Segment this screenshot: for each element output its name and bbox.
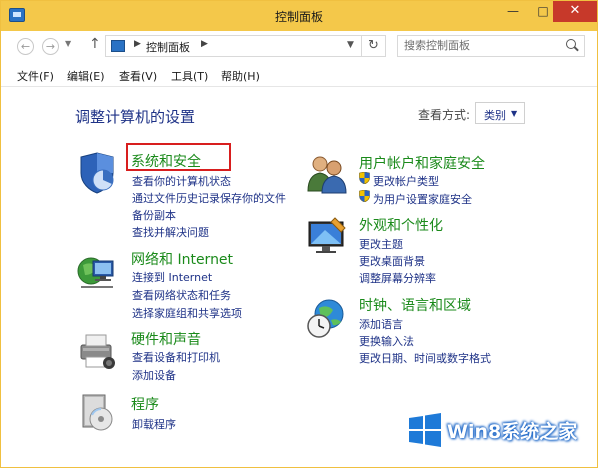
refresh-button[interactable]: ↻	[362, 35, 386, 57]
page-heading: 调整计算机的设置	[75, 108, 196, 126]
search-box[interactable]	[397, 35, 585, 57]
category-user-accounts[interactable]: 用户帐户和家庭安全	[359, 153, 485, 173]
link-backup-copy[interactable]: 备份副本	[132, 207, 176, 223]
close-button[interactable]: ✕	[553, 1, 597, 22]
menu-edit[interactable]: 编辑(E)	[67, 68, 105, 84]
user-accounts-icon[interactable]	[305, 151, 349, 195]
address-box[interactable]: ▶ 控制面板 ▶	[105, 35, 362, 57]
search-input[interactable]	[404, 39, 554, 52]
up-arrow-icon[interactable]: ↑	[89, 36, 101, 52]
minimize-button[interactable]: —	[499, 1, 527, 22]
menu-view[interactable]: 查看(V)	[119, 68, 157, 84]
category-network-internet[interactable]: 网络和 Internet	[131, 249, 233, 269]
link-devices-printers[interactable]: 查看设备和打印机	[132, 349, 220, 365]
chevron-down-icon: ▼	[511, 109, 518, 118]
back-button[interactable]: ←	[17, 38, 34, 55]
uac-shield-icon	[359, 190, 370, 202]
link-add-language[interactable]: 添加语言	[359, 316, 403, 332]
view-by-value: 类别	[484, 109, 506, 122]
breadcrumb-control-panel[interactable]: 控制面板	[146, 39, 190, 55]
breadcrumb-chevron-icon[interactable]: ▶	[201, 39, 208, 49]
link-troubleshoot[interactable]: 查找并解决问题	[132, 224, 209, 240]
category-clock-language-region[interactable]: 时钟、语言和区域	[359, 295, 471, 315]
view-by-label: 查看方式:	[418, 108, 471, 122]
link-homegroup-sharing[interactable]: 选择家庭组和共享选项	[132, 305, 242, 321]
view-by-dropdown[interactable]: 类别 ▼	[475, 102, 525, 124]
link-view-computer-status[interactable]: 查看你的计算机状态	[132, 173, 231, 189]
recent-locations-dropdown-icon[interactable]: ▼	[65, 39, 71, 48]
clock-globe-icon[interactable]	[305, 296, 349, 340]
link-change-account-type[interactable]: 更改帐户类型	[373, 173, 439, 189]
printer-speaker-icon[interactable]	[75, 329, 119, 373]
link-change-input-method[interactable]: 更换输入法	[359, 333, 414, 349]
address-dropdown-icon[interactable]: ▼	[347, 40, 354, 50]
appearance-monitor-icon[interactable]	[305, 216, 349, 260]
link-family-safety[interactable]: 为用户设置家庭安全	[373, 191, 472, 207]
windows-logo-icon	[409, 413, 441, 447]
programs-disc-icon[interactable]	[75, 391, 119, 435]
category-appearance[interactable]: 外观和个性化	[359, 215, 443, 235]
link-screen-resolution[interactable]: 调整屏幕分辨率	[359, 270, 436, 286]
watermark-text: Win8系统之家	[447, 421, 578, 443]
menu-divider	[1, 86, 597, 87]
title-bar[interactable]: 控制面板 — □ ✕	[1, 1, 597, 31]
shield-pie-icon[interactable]	[75, 151, 119, 195]
breadcrumb-chevron-icon[interactable]: ▶	[134, 39, 141, 49]
search-icon[interactable]	[566, 39, 576, 49]
forward-button[interactable]: →	[42, 38, 59, 55]
menu-file[interactable]: 文件(F)	[17, 68, 54, 84]
link-desktop-background[interactable]: 更改桌面背景	[359, 253, 425, 269]
annotation-highlight-box	[126, 143, 231, 171]
link-change-theme[interactable]: 更改主题	[359, 236, 403, 252]
link-file-history[interactable]: 通过文件历史记录保存你的文件	[132, 190, 286, 206]
link-network-status[interactable]: 查看网络状态和任务	[132, 287, 231, 303]
link-change-date-time-format[interactable]: 更改日期、时间或数字格式	[359, 350, 491, 366]
control-panel-window: 控制面板 — □ ✕ ← → ▼ ↑ ▶ 控制面板 ▶ ▼ ↻ 文件(F) 编辑…	[0, 0, 598, 468]
category-hardware-sound[interactable]: 硬件和声音	[131, 329, 201, 349]
link-uninstall-program[interactable]: 卸载程序	[132, 416, 176, 432]
menu-bar: 文件(F) 编辑(E) 查看(V) 工具(T) 帮助(H)	[1, 65, 597, 85]
link-connect-internet[interactable]: 连接到 Internet	[132, 269, 212, 285]
menu-tools[interactable]: 工具(T)	[171, 68, 208, 84]
control-panel-location-icon	[111, 40, 125, 52]
uac-shield-icon	[359, 172, 370, 184]
network-globe-icon[interactable]	[75, 251, 119, 295]
menu-help[interactable]: 帮助(H)	[221, 68, 260, 84]
link-add-device[interactable]: 添加设备	[132, 367, 176, 383]
category-programs[interactable]: 程序	[131, 394, 159, 414]
